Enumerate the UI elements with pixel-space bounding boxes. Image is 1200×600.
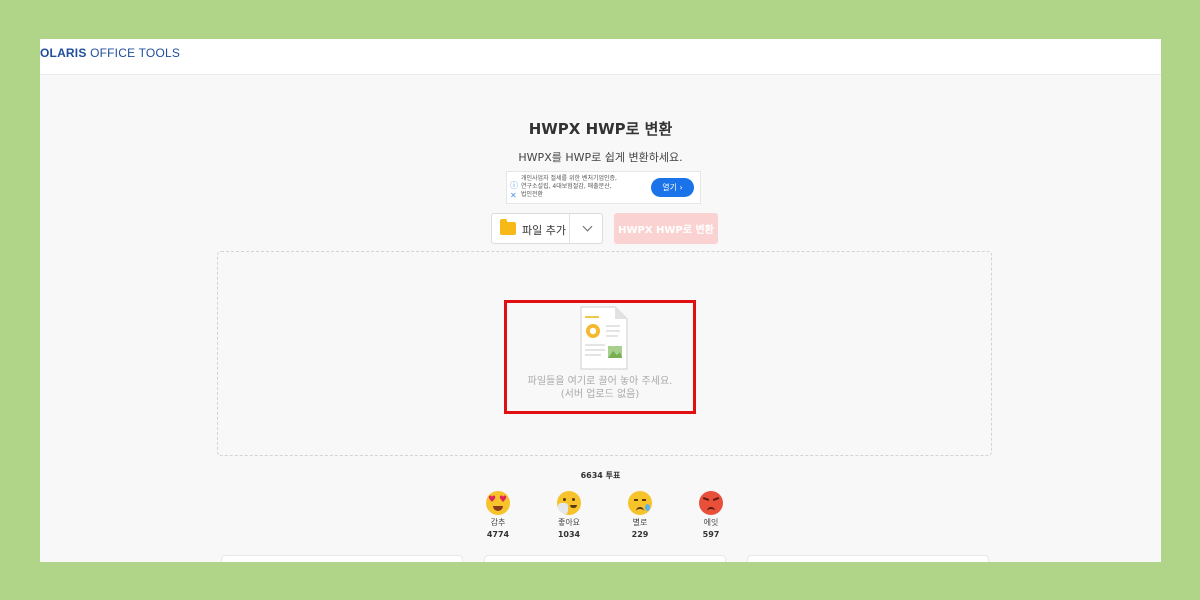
thumbs-up-emoji-icon: [557, 491, 581, 515]
top-bar: OLARIS OFFICE TOOLS: [40, 39, 1161, 75]
ad-banner[interactable]: ⓘ ✕ 개인사업자 절세를 위한 벤처기업인증, 연구소설립, 4대보험절감, …: [506, 171, 701, 204]
chevron-down-icon[interactable]: [582, 221, 593, 232]
add-file-button[interactable]: 파일 추가: [491, 213, 603, 244]
app-window: OLARIS OFFICE TOOLS HWPX HWP로 변환 HWPX를 H…: [40, 39, 1161, 562]
highlight-box: [504, 300, 696, 414]
angry-emoji-icon: [699, 491, 723, 515]
page-title: HWPX HWP로 변환: [528, 120, 673, 138]
ad-open-button[interactable]: 열기 ›: [651, 178, 694, 197]
info-card: [221, 555, 463, 562]
convert-button[interactable]: HWPX HWP로 변환: [614, 213, 718, 244]
page-subtitle: HWPX를 HWP로 쉽게 변환하세요.: [518, 151, 683, 164]
info-card: [747, 555, 989, 562]
folder-icon: [500, 219, 516, 235]
reaction-heart-eyes[interactable]: ♥ ♥ 감추 4774: [473, 491, 523, 539]
reaction-angry[interactable]: 에잇 597: [686, 491, 736, 539]
add-file-label: 파일 추가: [522, 224, 566, 237]
reaction-sad[interactable]: 별로 229: [615, 491, 665, 539]
vote-count: 6634 투표: [580, 471, 621, 480]
heart-eyes-emoji-icon: ♥ ♥: [486, 491, 510, 515]
ad-close-icon[interactable]: ✕: [510, 191, 518, 201]
info-card: [484, 555, 726, 562]
logo[interactable]: OLARIS OFFICE TOOLS: [40, 46, 180, 60]
reaction-thumbs-up[interactable]: 좋아요 1034: [544, 491, 594, 539]
divider: [569, 214, 570, 243]
ad-text: 개인사업자 절세를 위한 벤처기업인증, 연구소설립, 4대보험절감, 매출분산…: [521, 175, 617, 198]
sad-tear-emoji-icon: [628, 491, 652, 515]
ad-info-icon[interactable]: ⓘ: [510, 181, 518, 191]
